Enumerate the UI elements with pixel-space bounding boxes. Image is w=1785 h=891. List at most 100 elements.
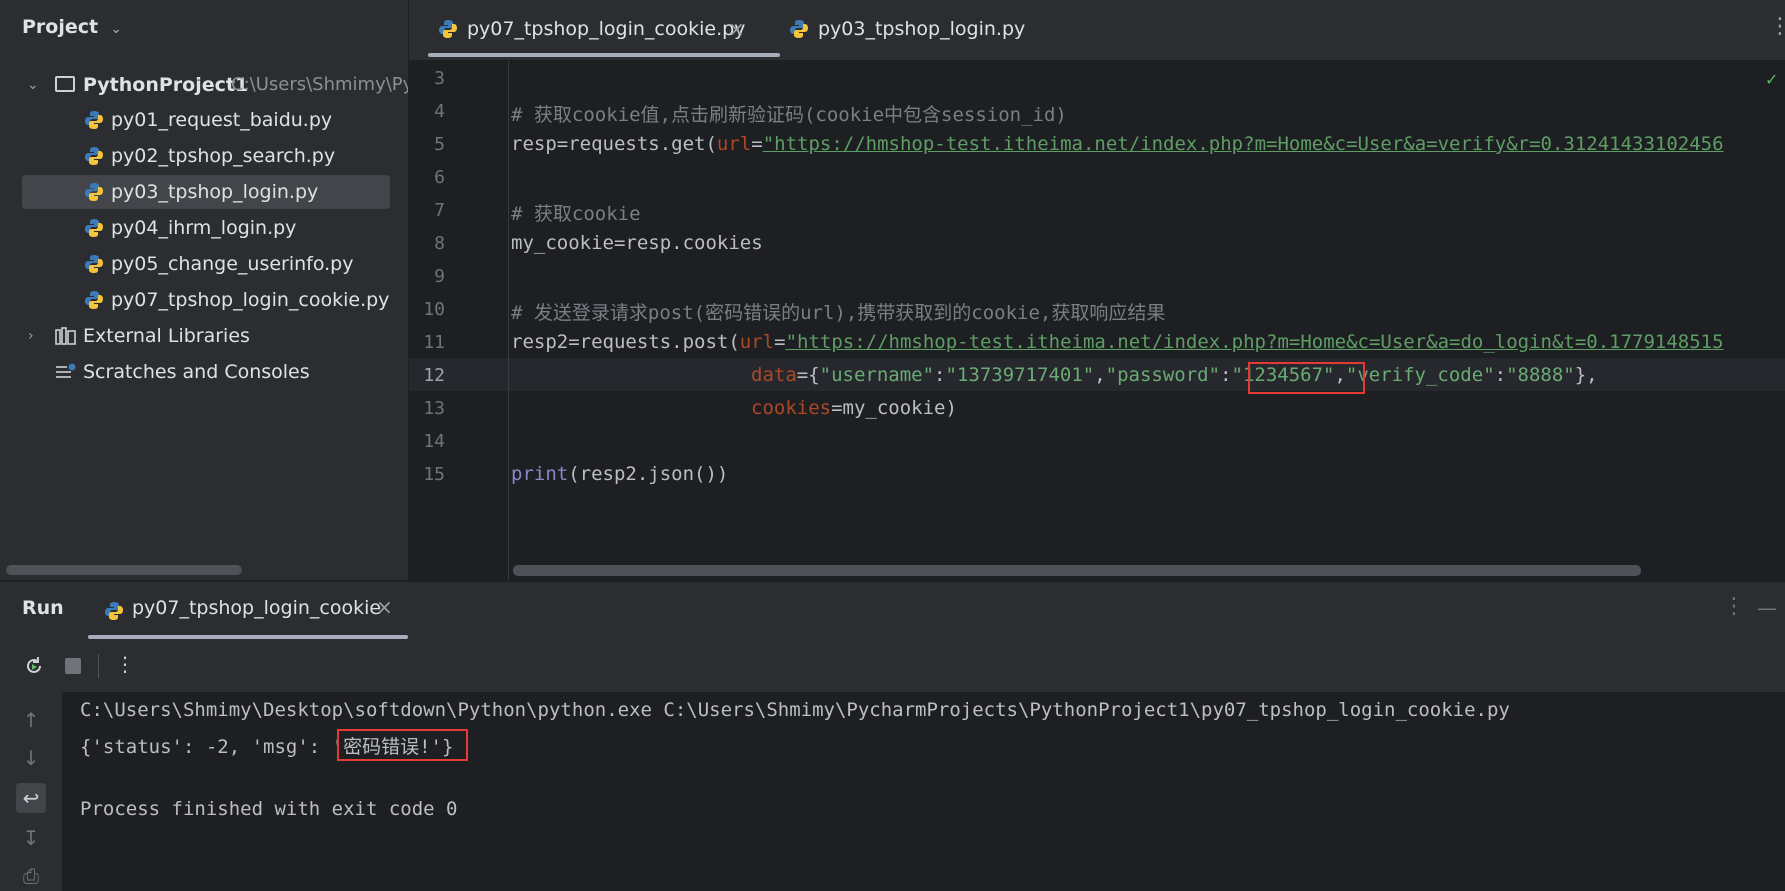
file-item[interactable]: py05_change_userinfo.py	[0, 247, 408, 281]
run-tab[interactable]: py07_tpshop_login_cookie ×	[88, 581, 408, 637]
line-number: 4	[434, 101, 445, 122]
line-number: 10	[423, 299, 445, 320]
code-string: "username"	[819, 364, 935, 386]
code-param: cookies	[751, 397, 832, 419]
editor-tab-bar: py07_tpshop_login_cookie.py × py03_tpsho…	[409, 0, 1785, 61]
code-url-link[interactable]: "https://hmshop-test.itheima.net/index.p…	[786, 331, 1724, 353]
code-param: url	[739, 331, 775, 353]
file-item[interactable]: py01_request_baidu.py	[0, 103, 408, 137]
run-tab-label: py07_tpshop_login_cookie	[132, 597, 382, 619]
scratches-icon	[56, 363, 76, 378]
code-line-7[interactable]: # 获取cookie	[511, 199, 641, 226]
file-item-selected[interactable]: py03_tpshop_login.py	[0, 175, 408, 209]
console-exit-line: Process finished with exit code 0	[80, 798, 458, 820]
code-line-10[interactable]: # 发送登录请求post(密码错误的url),携带获取到的cookie,获取响应…	[511, 298, 1165, 325]
file-name: py01_request_baidu.py	[111, 109, 333, 131]
python-file-icon	[85, 183, 103, 201]
code-builtin: print	[511, 463, 569, 485]
arrow-up-icon[interactable]: ↑	[16, 705, 46, 735]
file-item[interactable]: py04_ihrm_login.py	[0, 211, 408, 245]
line-number: 3	[434, 68, 445, 89]
rerun-icon[interactable]	[23, 655, 45, 677]
soft-wrap-icon[interactable]: ↩	[16, 783, 46, 813]
code-text: resp=requests.get(	[511, 133, 717, 155]
line-number: 9	[434, 266, 445, 287]
code-comment: # 发送登录请求post(密码错误的url),携带获取到的cookie,获取响应…	[511, 302, 1166, 324]
file-item[interactable]: py07_tpshop_login_cookie.py	[0, 283, 408, 317]
code-string: "13739717401"	[945, 364, 1095, 386]
toolbar-divider	[98, 654, 99, 678]
line-number: 8	[434, 233, 445, 254]
line-number: 6	[434, 167, 445, 188]
code-line-5[interactable]: resp=requests.get(url="https://hmshop-te…	[511, 133, 1724, 155]
scratches-label: Scratches and Consoles	[83, 361, 310, 383]
code-line-12[interactable]: data={"username":"13739717401","password…	[751, 364, 1598, 386]
code-text: ,	[1094, 364, 1106, 386]
code-comment: # 获取cookie值,点击刷新验证码(cookie中包含session_id)	[511, 104, 1067, 126]
code-comment: # 获取cookie	[511, 203, 641, 225]
external-libraries-label: External Libraries	[83, 325, 250, 347]
console-command-line: C:\Users\Shmimy\Desktop\softdown\Python\…	[80, 699, 1510, 721]
more-options-icon[interactable]: ⋮	[1723, 594, 1745, 619]
project-title-label: Project	[22, 16, 99, 38]
code-text: =	[751, 133, 763, 155]
code-text: :	[934, 364, 946, 386]
arrow-down-icon[interactable]: ↓	[16, 743, 46, 773]
python-file-icon	[105, 602, 123, 620]
password-highlight-box	[1248, 362, 1365, 394]
code-text: :	[1494, 364, 1507, 386]
gutter-divider	[508, 61, 509, 580]
active-run-tab-indicator	[88, 635, 408, 639]
code-text: =	[774, 331, 786, 353]
tab-label: py07_tpshop_login_cookie.py	[467, 18, 746, 40]
code-string: "verify_code"	[1345, 364, 1495, 386]
code-string: "8888"	[1506, 364, 1575, 386]
chevron-down-icon[interactable]: ⌄	[27, 68, 39, 102]
scroll-to-end-icon[interactable]: ↧	[16, 823, 46, 853]
file-name: py05_change_userinfo.py	[111, 253, 354, 275]
chevron-right-icon[interactable]: ›	[28, 319, 34, 353]
code-param: data	[751, 364, 797, 386]
more-options-icon[interactable]: ⋮	[115, 652, 135, 676]
python-file-icon	[439, 20, 457, 38]
code-param: url	[716, 133, 752, 155]
code-line-4[interactable]: # 获取cookie值,点击刷新验证码(cookie中包含session_id)	[511, 100, 1067, 127]
project-horizontal-scrollbar[interactable]	[6, 565, 242, 575]
print-icon[interactable]: ⎙	[16, 861, 46, 891]
code-line-13[interactable]: cookies=my_cookie)	[751, 397, 957, 419]
stop-icon[interactable]	[65, 658, 81, 674]
tab-py03[interactable]: py03_tpshop_login.py	[779, 0, 1039, 60]
tab-py07[interactable]: py07_tpshop_login_cookie.py ×	[428, 0, 780, 60]
minimize-icon[interactable]: —	[1757, 596, 1777, 620]
code-line-8[interactable]: my_cookie=resp.cookies	[511, 232, 763, 254]
code-text: },	[1574, 364, 1598, 386]
file-name: py04_ihrm_login.py	[111, 217, 297, 239]
python-file-icon	[85, 255, 103, 273]
scratches-item[interactable]: Scratches and Consoles	[0, 355, 408, 389]
code-text: resp2=requests.post(	[511, 331, 740, 353]
close-icon[interactable]: ×	[728, 0, 745, 58]
project-panel-title[interactable]: Project ⌄	[22, 16, 122, 38]
file-name: py03_tpshop_login.py	[111, 181, 319, 203]
code-text: ={	[796, 364, 820, 386]
python-file-icon	[790, 20, 808, 38]
line-number: 15	[423, 464, 445, 485]
external-libraries-item[interactable]: › External Libraries	[0, 319, 408, 353]
file-name: py02_tpshop_search.py	[111, 145, 336, 167]
chevron-down-icon[interactable]: ⌄	[111, 22, 122, 37]
code-line-11[interactable]: resp2=requests.post(url="https://hmshop-…	[511, 331, 1724, 353]
project-root[interactable]: ⌄ PythonProject1 C:\Users\Shmimy\Pyc	[0, 68, 408, 102]
code-text: (resp2.json())	[568, 463, 729, 485]
python-file-icon	[85, 291, 103, 309]
close-icon[interactable]: ×	[376, 595, 393, 619]
code-line-15[interactable]: print(resp2.json())	[511, 463, 728, 485]
editor-horizontal-scrollbar[interactable]	[513, 565, 1641, 576]
run-toolbar	[0, 641, 1785, 693]
line-number-current: 12	[423, 365, 445, 386]
console-output[interactable]	[62, 692, 1785, 891]
file-item[interactable]: py02_tpshop_search.py	[0, 139, 408, 173]
code-url-link[interactable]: "https://hmshop-test.itheima.net/index.p…	[763, 133, 1724, 155]
more-options-icon[interactable]: ⋮	[1769, 14, 1785, 39]
run-panel-title: Run	[22, 597, 64, 619]
console-text: {'status': -2, 'msg':	[80, 736, 332, 758]
